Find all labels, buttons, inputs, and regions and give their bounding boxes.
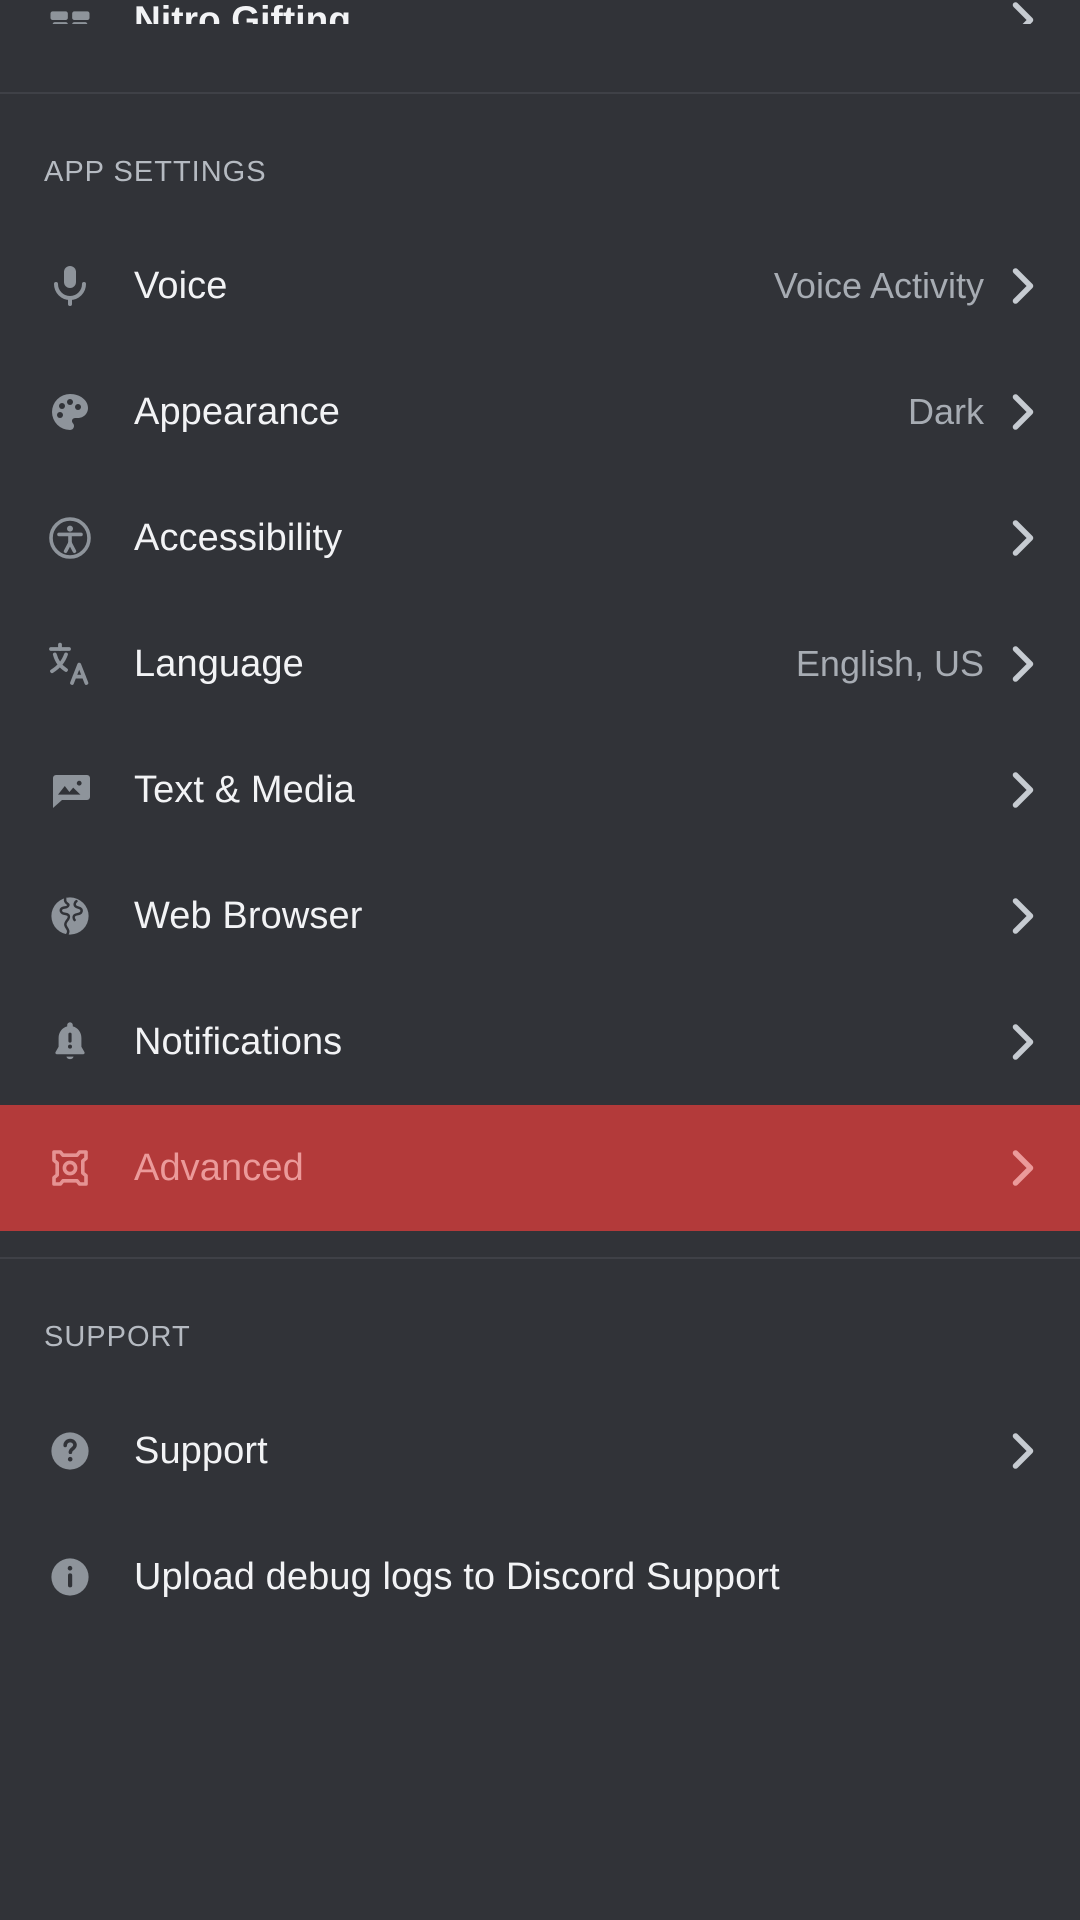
list-item-right: English, US [796, 643, 1036, 685]
chevron-right-icon [1010, 1148, 1036, 1188]
list-item-label: Language [134, 643, 304, 686]
list-item-upload-debug-logs[interactable]: Upload debug logs to Discord Support [0, 1514, 1080, 1640]
palette-icon [44, 386, 96, 438]
list-item-label: Text & Media [134, 769, 355, 812]
list-item-accessibility[interactable]: Accessibility [0, 475, 1080, 601]
list-item-right [984, 518, 1036, 558]
section-header-app-settings: APP SETTINGS [0, 94, 1080, 223]
list-item-label: Upload debug logs to Discord Support [134, 1556, 780, 1599]
list-item-voice[interactable]: Voice Voice Activity [0, 223, 1080, 349]
list-item-web-browser[interactable]: Web Browser [0, 853, 1080, 979]
list-item-notifications[interactable]: Notifications [0, 979, 1080, 1105]
chevron-right-icon [1010, 770, 1036, 810]
spacer [0, 1231, 1080, 1257]
list-item-label: Notifications [134, 1021, 342, 1064]
settings-screen: Nitro Gifting APP SETTINGS Voice Voice A [0, 0, 1080, 1920]
list-item-appearance[interactable]: Appearance Dark [0, 349, 1080, 475]
list-item-label: Accessibility [134, 517, 342, 560]
chevron-right-icon [1010, 644, 1036, 684]
list-item-advanced[interactable]: Advanced [0, 1105, 1080, 1231]
list-item-label: Voice [134, 265, 227, 308]
section-header-support: SUPPORT [0, 1259, 1080, 1388]
bell-alert-icon [44, 1016, 96, 1068]
list-item-value: English, US [796, 643, 984, 685]
list-item-label: Nitro Gifting [134, 0, 351, 24]
chevron-right-icon [1010, 518, 1036, 558]
microphone-icon [44, 260, 96, 312]
spacer [0, 24, 1080, 92]
list-item-label: Web Browser [134, 895, 362, 938]
chevron-right-icon [1010, 1022, 1036, 1062]
list-item-label: Appearance [134, 391, 340, 434]
list-item-right [984, 1022, 1036, 1062]
list-item-nitro-gifting[interactable]: Nitro Gifting [0, 0, 1080, 24]
list-item-right [984, 896, 1036, 936]
support-list: Support Upload debug logs to Discord Sup… [0, 1388, 1080, 1640]
list-item-label: Advanced [134, 1147, 304, 1190]
list-item-right [984, 1148, 1036, 1188]
accessibility-icon [44, 512, 96, 564]
globe-icon [44, 890, 96, 942]
list-item-right [984, 1431, 1036, 1471]
chevron-right-icon [1010, 392, 1036, 432]
list-item-value: Dark [908, 391, 984, 433]
list-item-right: Dark [908, 391, 1036, 433]
chevron-right-icon [1010, 0, 1036, 24]
list-item-right [984, 770, 1036, 810]
app-settings-list: Voice Voice Activity Appearance [0, 223, 1080, 1231]
list-item-language[interactable]: Language English, US [0, 601, 1080, 727]
gift-icon [44, 0, 96, 24]
list-item-text-and-media[interactable]: Text & Media [0, 727, 1080, 853]
chevron-right-icon [1010, 266, 1036, 306]
list-item-support[interactable]: Support [0, 1388, 1080, 1514]
gear-icon [44, 1142, 96, 1194]
list-item-label: Support [134, 1430, 268, 1473]
image-message-icon [44, 764, 96, 816]
question-circle-icon [44, 1425, 96, 1477]
info-circle-icon [44, 1551, 96, 1603]
list-item-value: Voice Activity [774, 265, 984, 307]
chevron-right-icon [1010, 896, 1036, 936]
list-item-right: Voice Activity [774, 265, 1036, 307]
chevron-right-icon [1010, 1431, 1036, 1471]
translate-icon [44, 638, 96, 690]
